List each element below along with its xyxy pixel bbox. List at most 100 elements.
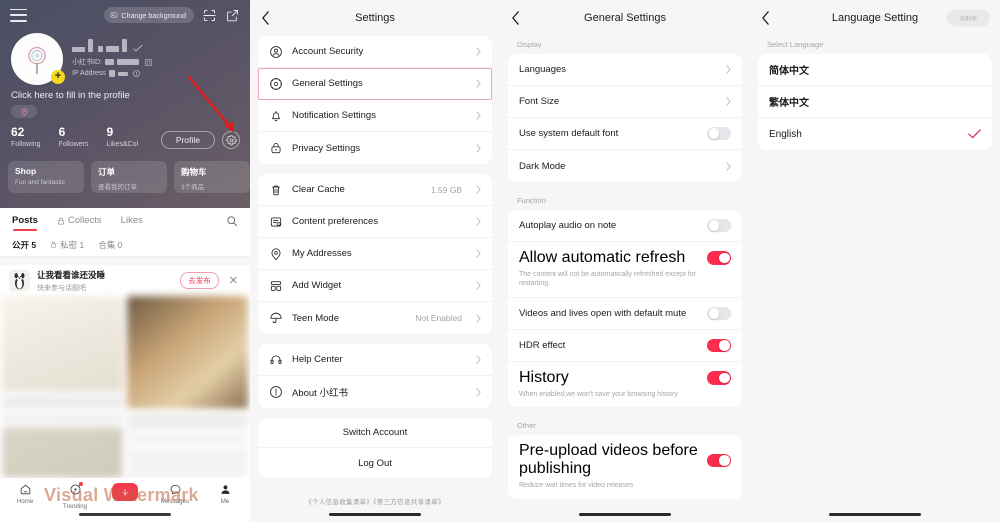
toggle-autoplay-audio[interactable] xyxy=(707,218,731,233)
subtab-collection[interactable]: 合集 0 xyxy=(98,239,122,251)
scan-icon[interactable] xyxy=(202,8,217,23)
general-row-preupload-videos[interactable]: Pre-upload videos before publishing Redu… xyxy=(508,435,742,498)
general-row-font-size[interactable]: Font Size xyxy=(508,86,742,118)
general-row-default-mute[interactable]: Videos and lives open with default mute xyxy=(508,298,742,330)
share-icon[interactable] xyxy=(225,8,240,23)
tab-posts[interactable]: Posts xyxy=(12,215,38,231)
settings-gear-button[interactable] xyxy=(222,131,240,149)
subtab-private[interactable]: 私密 1 xyxy=(50,239,84,251)
copy-icon[interactable] xyxy=(145,58,152,66)
profile-actions: Profile xyxy=(160,131,240,149)
general-row-history[interactable]: History When enabled,we won't save your … xyxy=(508,362,742,407)
topic-publish-button[interactable]: 去发布 xyxy=(180,272,219,289)
back-icon[interactable] xyxy=(761,11,770,25)
settings-row-about[interactable]: About 小红书 xyxy=(258,376,492,408)
save-button[interactable]: save xyxy=(947,9,990,27)
check-icon xyxy=(968,129,981,139)
general-row-automatic-refresh[interactable]: Allow automatic refresh The content will… xyxy=(508,242,742,298)
log-out-button[interactable]: Log Out xyxy=(258,448,492,478)
page-title: General Settings xyxy=(584,12,666,24)
location-pill[interactable] xyxy=(11,105,37,118)
page-title: Settings xyxy=(355,12,395,24)
stat-following[interactable]: 62 Following xyxy=(11,125,41,149)
general-row-languages[interactable]: Languages xyxy=(508,54,742,86)
following-label: Following xyxy=(11,141,41,148)
home-indicator xyxy=(579,513,671,516)
row-label: Font Size xyxy=(519,96,560,107)
post-thumbnail[interactable] xyxy=(2,296,123,392)
settings-row-my-addresses[interactable]: My Addresses xyxy=(258,238,492,270)
language-option-simplified-chinese[interactable]: 简体中文 xyxy=(758,54,992,86)
section-header-other: Other xyxy=(517,421,536,431)
post-thumbnail[interactable] xyxy=(127,446,248,478)
settings-row-privacy-settings[interactable]: Privacy Settings xyxy=(258,132,492,164)
add-avatar-badge[interactable]: + xyxy=(51,70,65,84)
ip-address-label: IP Address xyxy=(72,70,106,77)
legal-links[interactable]: 《个人信息收集清单》《第三方信息共享清单》 xyxy=(250,496,500,506)
language-option-traditional-chinese[interactable]: 繁体中文 xyxy=(758,86,992,118)
row-label: HDR effect xyxy=(519,339,566,351)
toggle-default-mute[interactable] xyxy=(707,306,731,321)
back-icon[interactable] xyxy=(261,11,270,25)
chevron-right-icon xyxy=(726,97,731,106)
chevron-right-icon xyxy=(476,111,481,120)
settings-row-content-preferences[interactable]: Content preferences xyxy=(258,206,492,238)
settings-row-add-widget[interactable]: Add Widget xyxy=(258,270,492,302)
general-row-system-default-font[interactable]: Use system default font xyxy=(508,118,742,150)
switch-account-button[interactable]: Switch Account xyxy=(258,418,492,448)
toggle-preupload-videos[interactable] xyxy=(707,453,731,468)
info-icon[interactable] xyxy=(132,70,140,77)
search-icon[interactable] xyxy=(226,215,238,227)
toggle-allow-automatic-refresh[interactable] xyxy=(707,251,731,265)
nav-trending[interactable]: Trending xyxy=(50,482,100,510)
language-label: 繁体中文 xyxy=(769,98,809,109)
post-thumbnail[interactable] xyxy=(127,296,248,410)
chevron-right-icon xyxy=(476,47,481,56)
change-background-button[interactable]: Change background xyxy=(104,7,194,23)
post-thumbnail[interactable] xyxy=(2,427,123,478)
edit-profile-button[interactable]: Profile xyxy=(160,131,215,149)
following-count: 62 xyxy=(11,125,25,139)
settings-row-label: Clear Cache xyxy=(292,184,345,195)
close-icon[interactable]: ✕ xyxy=(226,274,241,287)
toggle-use-system-default-font[interactable] xyxy=(707,126,731,141)
general-row-dark-mode[interactable]: Dark Mode xyxy=(508,150,742,182)
lock-icon xyxy=(51,241,57,248)
chevron-right-icon xyxy=(476,281,481,290)
tab-likes[interactable]: Likes xyxy=(121,215,143,226)
settings-row-help-center[interactable]: Help Center xyxy=(258,344,492,376)
settings-row-label: Content preferences xyxy=(292,216,379,227)
stat-likes[interactable]: 9 Likes&Col xyxy=(107,126,139,149)
menu-icon[interactable] xyxy=(10,8,27,22)
settings-row-clear-cache[interactable]: Clear Cache 1.59 GB xyxy=(258,174,492,206)
language-option-english[interactable]: English xyxy=(758,118,992,150)
username-redacted xyxy=(72,36,152,52)
shop-card-orders[interactable]: 订单 查看我的订单 xyxy=(91,161,167,193)
row-label: Autoplay audio on note xyxy=(519,220,617,231)
nav-me[interactable]: Me xyxy=(200,483,250,505)
home-indicator xyxy=(79,513,171,516)
nav-home[interactable]: Home xyxy=(0,483,50,505)
profile-tabs: Posts Collects Likes xyxy=(0,208,250,233)
back-icon[interactable] xyxy=(511,11,520,25)
gear-icon xyxy=(225,134,237,145)
subtab-public[interactable]: 公开 5 xyxy=(12,239,36,251)
shop-card-cart[interactable]: 购物车 3个商品 xyxy=(174,161,250,193)
general-row-hdr-effect[interactable]: HDR effect xyxy=(508,330,742,362)
nav-messages[interactable]: Messages xyxy=(150,483,200,505)
settings-row-general-settings[interactable]: General Settings xyxy=(258,68,492,100)
settings-row-notification-settings[interactable]: Notification Settings xyxy=(258,100,492,132)
row-label: History xyxy=(519,368,569,386)
toggle-hdr-effect[interactable] xyxy=(707,338,731,353)
settings-row-teen-mode[interactable]: Teen Mode Not Enabled xyxy=(258,302,492,334)
stat-followers[interactable]: 6 Followers xyxy=(59,126,89,149)
tab-collects[interactable]: Collects xyxy=(57,215,102,226)
toggle-history[interactable] xyxy=(707,371,731,385)
avatar[interactable]: + xyxy=(11,33,65,85)
shop-card-shop[interactable]: Shop Fun and fantastic xyxy=(8,161,84,193)
display-group: Languages Font Size Use system default f… xyxy=(508,54,742,182)
fill-profile-hint[interactable]: Click here to fill in the profile xyxy=(11,90,130,101)
nav-create[interactable]: + xyxy=(100,483,150,501)
general-row-autoplay-audio[interactable]: Autoplay audio on note xyxy=(508,210,742,242)
settings-row-account-security[interactable]: Account Security xyxy=(258,36,492,68)
